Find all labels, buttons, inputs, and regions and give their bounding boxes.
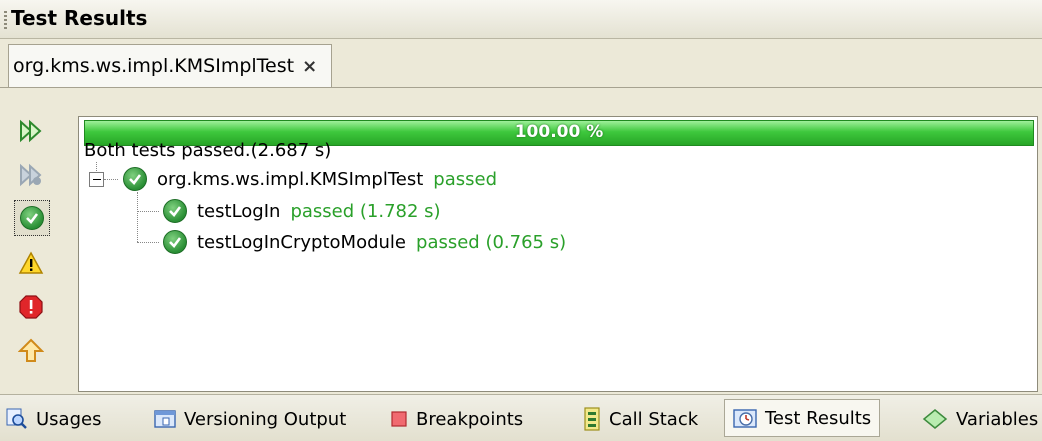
bottom-tab-breakpoints[interactable]: Breakpoints: [390, 406, 523, 432]
bottom-tab-test-results[interactable]: Test Results: [724, 399, 881, 437]
tab-kmsimpltest[interactable]: org.kms.ws.impl.KMSImplTest ×: [8, 44, 333, 87]
bottom-tab-variables[interactable]: Variables: [922, 406, 1038, 432]
rerun-icon: [20, 119, 42, 143]
test-results-toolbar: [8, 114, 74, 390]
versioning-output-icon: [154, 410, 176, 428]
test-results-icon: [733, 409, 757, 428]
test-status: passed (0.765 s): [416, 231, 567, 253]
previous-failure-button[interactable]: [14, 334, 48, 368]
bottom-tab-label: Breakpoints: [416, 408, 524, 430]
panel-title: Test Results: [11, 6, 148, 30]
bottom-tab-versioning-output[interactable]: Versioning Output: [154, 406, 346, 432]
tree-item-testlogin[interactable]: testLogIn passed (1.782 s): [163, 199, 441, 223]
tree-item-testlogincryptomodule[interactable]: testLogInCryptoModule passed (0.765 s): [163, 230, 566, 254]
tree-connector: [104, 179, 118, 180]
close-icon[interactable]: ×: [302, 56, 317, 77]
tree-root-row[interactable]: org.kms.ws.impl.KMSImplTest passed: [123, 167, 497, 191]
bottom-tab-usages[interactable]: Usages: [6, 406, 101, 432]
variables-icon: [922, 409, 948, 429]
usages-icon: [6, 408, 27, 429]
panel-title-bar: [0, 0, 1042, 39]
show-passed-toggle[interactable]: [14, 200, 50, 236]
drag-grip-icon[interactable]: [4, 11, 7, 29]
bottom-tab-label: Versioning Output: [184, 408, 347, 430]
tree-connector: [137, 211, 159, 212]
show-errors-toggle[interactable]: [14, 290, 48, 324]
tree-root-name: org.kms.ws.impl.KMSImplTest: [157, 168, 424, 190]
rerun-failed-icon: [20, 163, 42, 187]
call-stack-icon: [584, 407, 600, 431]
bottom-tab-label: Call Stack: [609, 408, 699, 430]
rerun-button[interactable]: [14, 114, 48, 148]
tab-label: org.kms.ws.impl.KMSImplTest: [13, 55, 295, 77]
tree-root-status: passed: [433, 168, 498, 190]
show-warnings-icon: [18, 251, 44, 274]
tree-connector: [137, 242, 159, 243]
tree-connector: [137, 192, 138, 242]
test-status: passed (1.782 s): [290, 200, 441, 222]
bottom-tab-label: Test Results: [765, 407, 872, 429]
summary-text: Both tests passed.(2.687 s): [84, 140, 332, 161]
tree-connector: [96, 162, 97, 171]
passed-check-icon: [163, 230, 187, 254]
bottom-tab-call-stack[interactable]: Call Stack: [583, 406, 698, 432]
bottom-tab-label: Usages: [36, 408, 102, 430]
bottom-tab-label: Variables: [956, 408, 1039, 430]
progress-label: 100.00 %: [514, 122, 604, 142]
test-name: testLogInCryptoModule: [197, 231, 407, 253]
minus-icon: [92, 179, 101, 180]
passed-check-icon: [123, 167, 147, 191]
rerun-failed-button[interactable]: [14, 158, 48, 192]
show-warnings-toggle[interactable]: [14, 246, 48, 280]
test-name: testLogIn: [197, 200, 281, 222]
passed-check-icon: [163, 199, 187, 223]
show-passed-icon: [20, 206, 44, 230]
breakpoints-icon: [391, 411, 407, 427]
previous-failure-icon: [18, 338, 44, 362]
collapse-toggle[interactable]: [89, 172, 104, 187]
show-errors-icon: [19, 295, 43, 319]
